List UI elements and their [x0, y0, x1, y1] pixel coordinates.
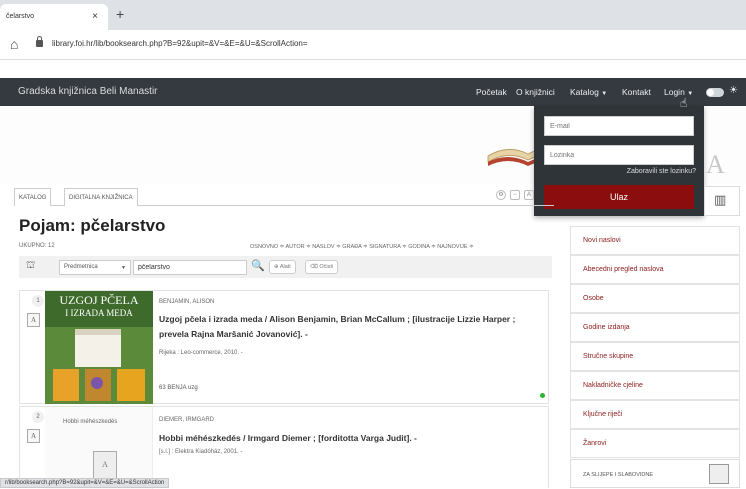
site-brand[interactable]: Gradska knjižnica Beli Manastir — [18, 86, 158, 97]
search-icon[interactable]: 🔍 — [251, 259, 265, 272]
accessibility-book-icon — [709, 464, 729, 484]
sort-options[interactable]: OSNOVNO ≑ AUTOR ≑ NASLOV ≑ GRAĐA ≑ SIGNA… — [250, 244, 474, 250]
search-bar: ⛫ Predmetnica ▼ 🔍 ⊕ Alati ⌫ Očisti — [19, 256, 552, 278]
new-tab-icon[interactable]: + — [116, 6, 124, 22]
library-icon: ⛫ — [26, 260, 36, 271]
search-type-select[interactable]: Predmetnica ▼ — [59, 260, 131, 275]
sidebar-item-nakladnicke-cjeline[interactable]: Nakladničke cjeline — [570, 371, 740, 400]
nav-link-o-knjiznici[interactable]: O knjižnici — [516, 87, 555, 97]
address-bar: ⌂ library.foi.hr/lib/booksearch.php?B=92… — [0, 30, 746, 60]
sidebar-item-zanrovi[interactable]: Žanrovi — [570, 429, 740, 458]
page-title: Pojam: pčelarstvo — [19, 216, 166, 235]
book-cover[interactable]: UZGOJ PČELA I IZRADA MEDA — [45, 291, 153, 404]
availability-dot-icon — [540, 393, 545, 398]
result-item: 2 A Hobbi méhészkedés A DIEMER, IRMGARD … — [19, 406, 549, 489]
catalog-tabs: KATALOG DIGITALNA KNJIŽNICA — [14, 188, 554, 206]
sidebar-item-strucne-skupine[interactable]: Stručne skupine — [570, 342, 740, 371]
url-field[interactable]: library.foi.hr/lib/booksearch.php?B=92&u… — [52, 39, 308, 48]
settings-icon[interactable]: ⚙ — [496, 190, 506, 200]
result-call-number: 63 BENJA uzg — [159, 385, 198, 391]
result-title[interactable]: Hobbi méhészkedés / Irmgard Diemer ; [fo… — [159, 431, 529, 446]
sidebar-item-kljucne-rijeci[interactable]: Ključne riječi — [570, 400, 740, 429]
tab-katalog[interactable]: KATALOG — [14, 188, 52, 206]
search-input[interactable] — [133, 260, 247, 275]
tab-title: čelarstvo — [6, 13, 35, 20]
browser-tab[interactable]: čelarstvo × — [0, 4, 108, 30]
sidebar-item-osobe[interactable]: Osobe — [570, 284, 740, 313]
login-submit-button[interactable]: Ulaz — [544, 185, 694, 209]
result-number: 1 — [32, 295, 44, 307]
login-dropdown: Zaboravili ste lozinku? Ulaz — [534, 106, 704, 216]
nav-link-label: Katalog — [570, 87, 599, 97]
tools-button[interactable]: ⊕ Alati — [269, 260, 296, 274]
result-author: BENJAMIN, ALISON — [159, 299, 215, 305]
sidebar-item-novi-naslovi[interactable]: Novi naslovi — [570, 226, 740, 255]
hero-decoration-icon: A — [706, 150, 725, 179]
cover-title: Hobbi méhészkedés — [63, 419, 118, 425]
accessibility-box[interactable]: ZA SLIJEPE I SLABOVIDNE — [570, 459, 740, 488]
sun-icon: ☀ — [729, 85, 738, 96]
result-title[interactable]: Uzgoj pčela i izrada meda / Alison Benja… — [159, 312, 529, 342]
clear-label: Očisti — [319, 264, 334, 270]
nav-link-katalog[interactable]: Katalog ▼ — [570, 87, 607, 97]
theme-toggle[interactable] — [706, 88, 724, 97]
tab-close-icon[interactable]: × — [92, 11, 98, 22]
chevron-down-icon: ▼ — [687, 91, 694, 97]
browser-tabbar: čelarstvo × + — [0, 0, 746, 30]
lock-icon[interactable] — [36, 36, 43, 47]
book-type-icon[interactable]: A — [27, 313, 40, 327]
book-cover[interactable]: Hobbi méhészkedés A — [45, 407, 153, 489]
home-icon[interactable]: ⌂ — [10, 36, 18, 52]
tab-digitalna-knjiznica[interactable]: DIGITALNA KNJIŽNICA — [64, 188, 138, 206]
result-author: DIEMER, IRMGARD — [159, 417, 215, 423]
nav-link-pocetak[interactable]: Početak — [476, 87, 507, 97]
mouse-cursor-icon: ☝ — [680, 96, 688, 110]
nav-link-kontakt[interactable]: Kontakt — [622, 87, 651, 97]
library-shelf-tile[interactable]: ▥ — [704, 186, 740, 216]
tools-label: Alati — [279, 264, 291, 270]
result-publisher: Rijeka : Leo-commerce, 2010. - — [159, 350, 243, 356]
chevron-down-icon: ▼ — [601, 91, 608, 97]
chevron-down-icon: ▼ — [121, 265, 126, 271]
bookshelf-icon: ▥ — [714, 192, 727, 207]
sidebar-item-godine-izdanja[interactable]: Godine izdanja — [570, 313, 740, 342]
forgot-password-link[interactable]: Zaboravili ste lozinku? — [627, 168, 696, 175]
placeholder-book-icon: A — [93, 451, 117, 481]
search-type-value: Predmetnica — [64, 264, 98, 270]
password-field[interactable] — [544, 145, 694, 165]
nav-link-login[interactable]: Login ▼ — [664, 87, 693, 97]
result-number: 2 — [32, 411, 44, 423]
minus-icon[interactable]: − — [510, 190, 520, 200]
cover-subtitle: I IZRADA MEDA — [65, 308, 133, 318]
browser-status-bar: r/lib/booksearch.php?B=92&upit=&V=&E=&U=… — [0, 478, 170, 488]
result-publisher: [s.l.] : Elektra Kiadóház, 2001. - — [159, 449, 243, 455]
font-size-icon[interactable]: A — [524, 190, 534, 200]
cover-title: UZGOJ PČELA — [59, 293, 138, 307]
book-type-icon[interactable]: A — [27, 429, 40, 443]
result-item: 1 A UZGOJ PČELA I IZRADA MEDA BENJAMIN, … — [19, 290, 549, 404]
results-total: UKUPNO: 12 — [19, 243, 55, 249]
accessibility-label: ZA SLIJEPE I SLABOVIDNE — [583, 472, 653, 478]
sidebar-item-abecedni-pregled[interactable]: Abecedni pregled naslova — [570, 255, 740, 284]
email-field[interactable] — [544, 116, 694, 136]
site-navbar: Gradska knjižnica Beli Manastir Početak … — [0, 78, 746, 106]
clear-button[interactable]: ⌫ Očisti — [305, 260, 339, 274]
